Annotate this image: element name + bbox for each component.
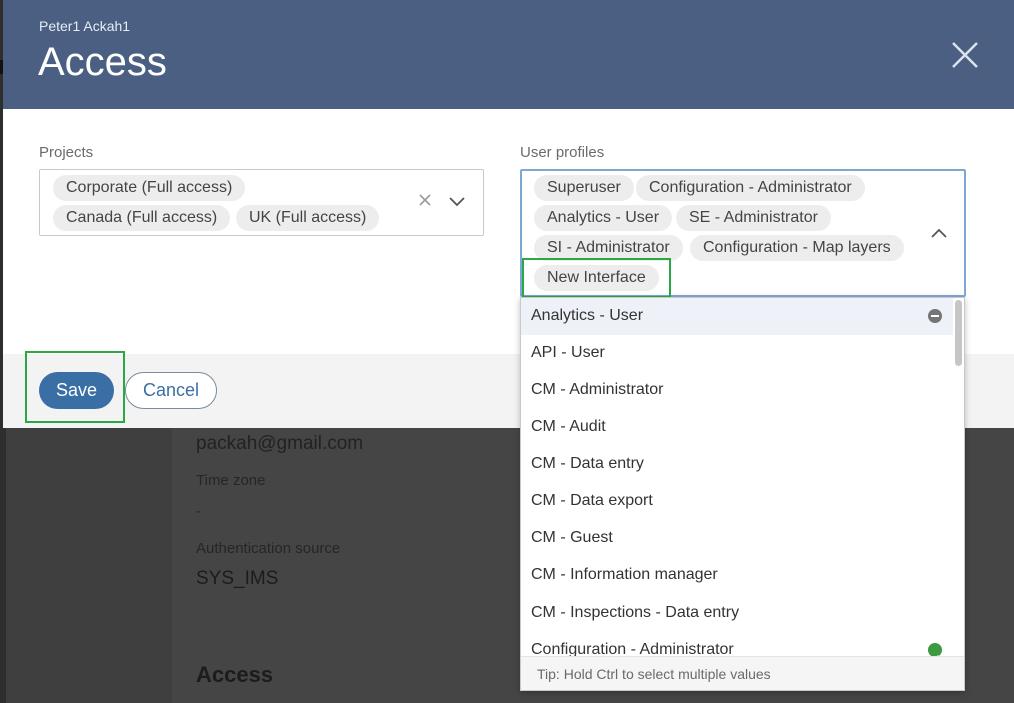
close-icon[interactable] [949,39,981,71]
project-chip[interactable]: Canada (Full access) [53,205,231,231]
option-label: CM - Inspections - Data entry [531,604,740,621]
user-email: packah@gmail.com [196,433,364,454]
profile-chip[interactable]: New Interface [534,265,659,291]
profile-chip[interactable]: SE - Administrator [676,205,831,231]
time-zone-value: - [196,503,201,520]
access-section-heading: Access [196,662,274,687]
profile-chip[interactable]: SI - Administrator [534,235,683,261]
option-label: API - User [531,344,605,361]
project-chip[interactable]: Corporate (Full access) [53,175,246,201]
option-label: CM - Administrator [531,381,664,398]
clear-icon[interactable] [417,192,433,208]
dropdown-option[interactable]: CM - Audit [521,409,953,446]
dropdown-option[interactable]: CM - Inspections - Data entry [521,595,953,632]
option-label: CM - Information manager [531,566,718,583]
user-profiles-select[interactable]: Superuser Configuration - Administrator … [520,169,966,297]
profile-chip[interactable]: Configuration - Map layers [690,235,904,261]
projects-select[interactable]: Corporate (Full access) Canada (Full acc… [39,169,484,236]
chevron-up-icon[interactable] [930,227,948,239]
profile-chip[interactable]: Superuser [534,175,634,201]
user-name-subtitle: Peter1 Ackah1 [39,18,131,34]
cancel-button[interactable]: Cancel [125,372,217,409]
save-button[interactable]: Save [39,372,114,409]
user-profiles-label: User profiles [520,144,605,161]
time-zone-label: Time zone [196,472,266,489]
profile-chip[interactable]: Analytics - User [534,205,673,231]
project-chip[interactable]: UK (Full access) [236,205,380,231]
dropdown-option[interactable]: CM - Data entry [521,446,953,483]
dropdown-option[interactable]: Analytics - User [521,298,953,335]
option-label: CM - Data export [531,492,653,509]
dropdown-scrollbar-thumb[interactable] [955,300,962,366]
option-label: CM - Guest [531,529,613,546]
chevron-down-icon[interactable] [448,194,466,207]
profile-chip[interactable]: Configuration - Administrator [636,175,865,201]
dropdown-option[interactable]: API - User [521,335,953,372]
option-label: CM - Data entry [531,455,644,472]
modal-header: Peter1 Ackah1 Access [3,0,1014,109]
multi-select-tip: Tip: Hold Ctrl to select multiple values [521,656,964,690]
remove-icon[interactable] [928,309,942,323]
auth-source-value: SYS_IMS [196,568,279,589]
modal-title: Access [38,40,167,84]
dropdown-option[interactable]: CM - Administrator [521,372,953,409]
auth-source-label: Authentication source [196,540,341,557]
projects-label: Projects [39,144,94,161]
user-profiles-dropdown: Analytics - User API - User CM - Adminis… [520,297,965,691]
dropdown-option[interactable]: CM - Data export [521,483,953,520]
option-label: CM - Audit [531,418,606,435]
option-label: Analytics - User [531,307,644,324]
dropdown-option[interactable]: CM - Information manager [521,557,953,594]
check-icon [928,643,942,662]
dropdown-option[interactable]: CM - Guest [521,520,953,557]
